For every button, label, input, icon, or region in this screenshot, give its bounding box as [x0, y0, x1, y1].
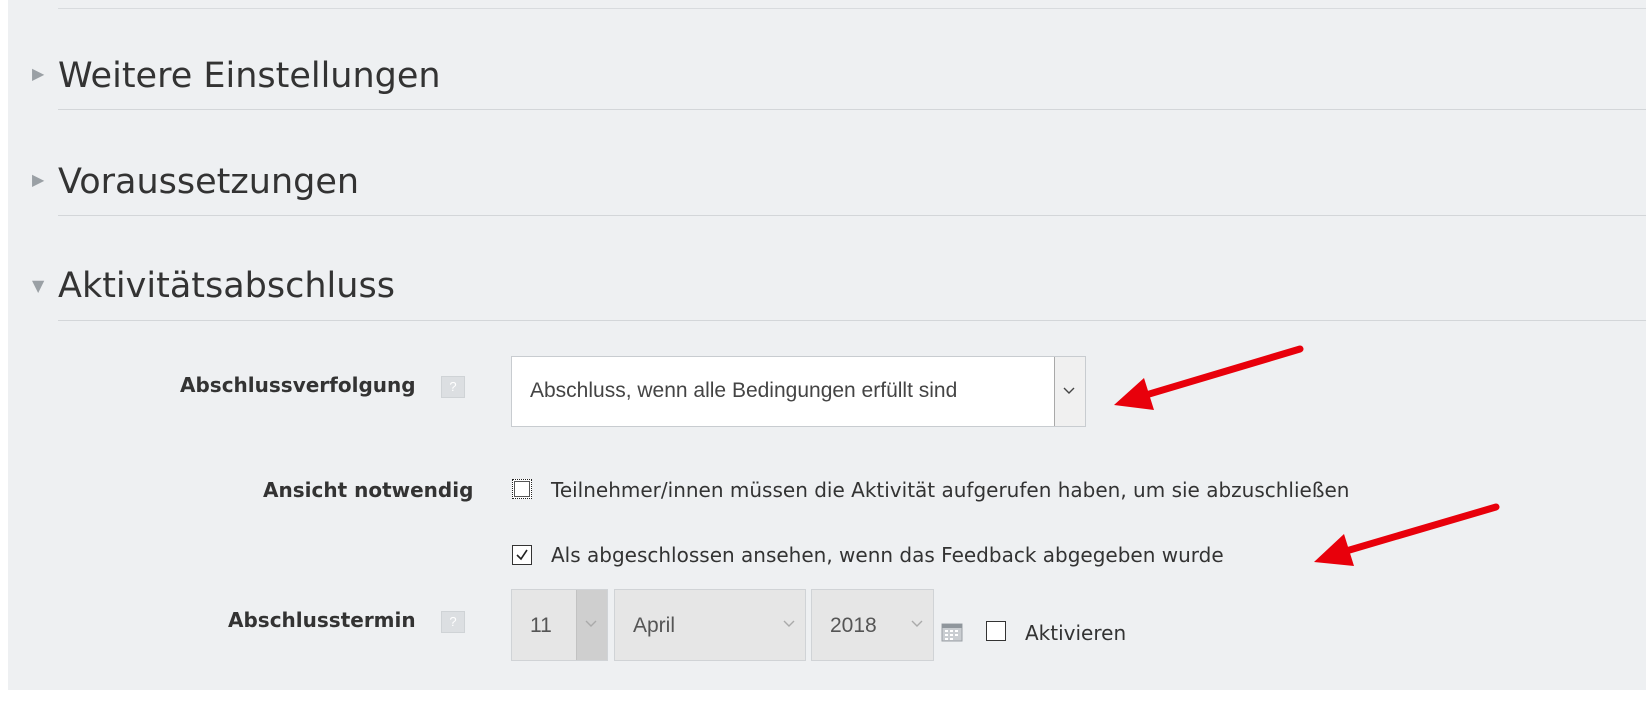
divider — [58, 215, 1646, 216]
calendar-icon[interactable] — [941, 622, 963, 642]
select-value: 2018 — [830, 614, 877, 637]
select-value: April — [633, 614, 676, 637]
section-voraussetzungen[interactable]: ▶ Voraussetzungen — [0, 156, 1646, 216]
section-weitere-einstellungen[interactable]: ▶ Weitere Einstellungen — [0, 50, 1646, 110]
divider — [58, 320, 1646, 321]
day-select[interactable]: 11 — [511, 589, 608, 661]
annotation-arrow — [1314, 503, 1500, 566]
triangle-right-icon: ▶ — [32, 170, 45, 189]
section-title[interactable]: Voraussetzungen — [58, 162, 359, 202]
year-select[interactable]: 2018 — [811, 589, 934, 661]
section-aktivitaetsabschluss[interactable]: ▼ Aktivitätsabschluss — [0, 262, 1646, 322]
triangle-down-icon: ▼ — [32, 276, 45, 295]
chevron-down-icon[interactable] — [774, 590, 805, 660]
chevron-down-icon[interactable] — [576, 590, 607, 660]
triangle-right-icon: ▶ — [32, 64, 45, 83]
divider — [58, 8, 1646, 9]
completion-date-label: Abschlusstermin — [228, 608, 416, 632]
submit-completion-text: Als abgeschlossen ansehen, wenn das Feed… — [551, 543, 1224, 567]
annotation-arrow — [1114, 345, 1304, 410]
divider — [58, 109, 1646, 110]
view-required-label: Ansicht notwendig — [263, 478, 474, 502]
help-icon[interactable]: ? — [441, 611, 465, 633]
select-value: 11 — [530, 614, 552, 637]
submit-completion-checkbox[interactable] — [512, 545, 532, 565]
enable-date-checkbox[interactable] — [986, 621, 1006, 641]
completion-tracking-select[interactable]: Abschluss, wenn alle Bedingungen erfüllt… — [511, 356, 1086, 427]
month-select[interactable]: April — [614, 589, 806, 661]
view-required-checkbox[interactable] — [512, 479, 532, 499]
chevron-down-icon[interactable] — [1054, 357, 1085, 426]
tracking-label: Abschlussverfolgung — [180, 373, 416, 397]
select-value: Abschluss, wenn alle Bedingungen erfüllt… — [530, 379, 958, 402]
section-title[interactable]: Weitere Einstellungen — [58, 56, 441, 96]
chevron-down-icon[interactable] — [902, 590, 933, 660]
enable-date-label: Aktivieren — [1025, 621, 1127, 645]
view-required-text: Teilnehmer/innen müssen die Aktivität au… — [551, 478, 1350, 502]
section-title[interactable]: Aktivitätsabschluss — [58, 266, 395, 306]
help-icon[interactable]: ? — [441, 376, 465, 398]
